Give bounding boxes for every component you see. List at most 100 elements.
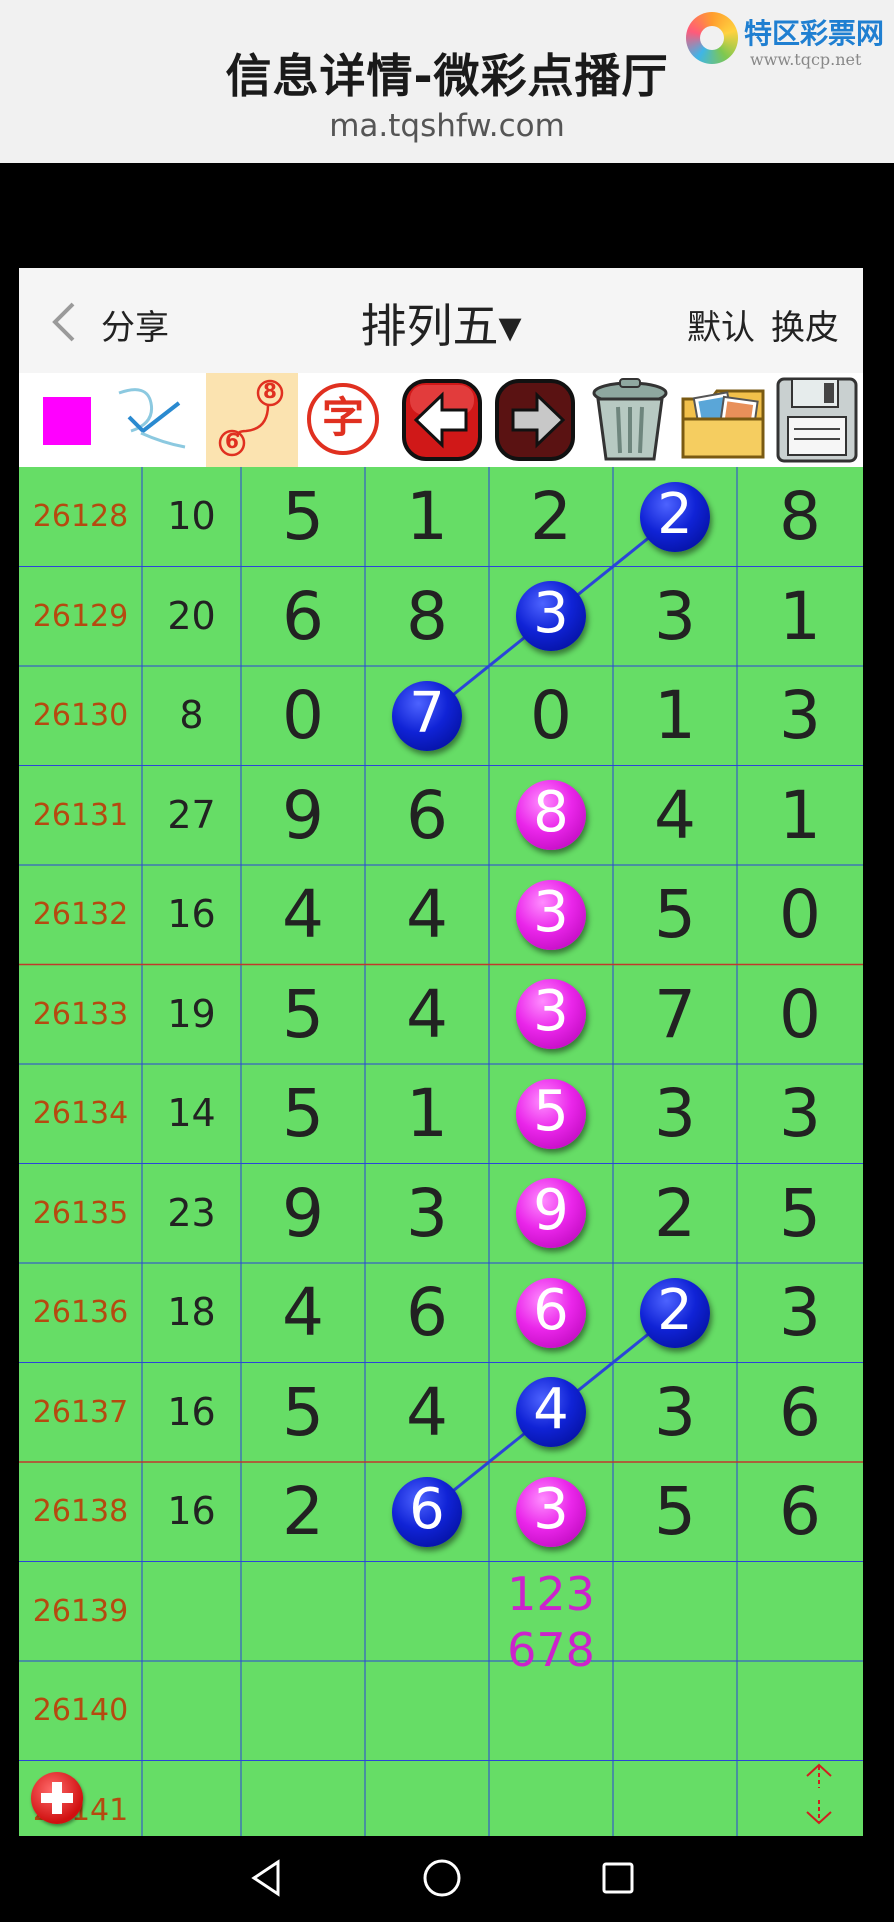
result-digit: 1 xyxy=(406,478,448,555)
result-digit: 9 xyxy=(282,1174,324,1252)
pink-ball-marker[interactable]: 3 xyxy=(516,1476,586,1547)
result-digit xyxy=(489,1661,613,1761)
watermark-name: 特区彩票网 xyxy=(744,17,885,50)
pen-tool-icon[interactable] xyxy=(107,373,199,467)
digit-sum: 16 xyxy=(167,1389,216,1434)
result-digit: 4 xyxy=(654,776,696,854)
result-digit xyxy=(613,1562,737,1662)
issue-number: 26129 xyxy=(32,598,129,634)
result-digit: 0 xyxy=(282,677,324,754)
watermark: 特区彩票网 www.tqcp.net xyxy=(686,8,886,69)
result-digit: 8 xyxy=(406,577,448,655)
digit-sum xyxy=(142,1761,241,1837)
pink-ball-marker[interactable]: 9 xyxy=(516,1178,586,1249)
browser-title-bar: 信息详情-微彩点播厅 ma.tqshfw.com 特区彩票网 www.tqcp.… xyxy=(0,0,894,163)
digit-sum xyxy=(142,1562,241,1662)
digit-sum: 23 xyxy=(167,1190,216,1235)
blue-ball-marker[interactable]: 7 xyxy=(392,680,462,751)
result-digit: 7 xyxy=(654,975,696,1053)
watermark-url: www.tqcp.net xyxy=(750,50,862,69)
pink-ball-marker[interactable]: 6 xyxy=(516,1277,586,1348)
result-digit: 1 xyxy=(779,776,821,854)
digit-sum: 18 xyxy=(167,1290,216,1334)
add-plus-icon[interactable] xyxy=(31,1772,83,1824)
page-url: ma.tqshfw.com xyxy=(329,108,565,144)
result-digit xyxy=(365,1562,489,1662)
result-digit xyxy=(241,1761,365,1837)
color-swatch-icon[interactable] xyxy=(19,373,111,467)
result-digit xyxy=(365,1661,489,1761)
default-button[interactable]: 默认 xyxy=(687,300,755,349)
result-digit: 3 xyxy=(779,1075,821,1152)
result-digit xyxy=(241,1562,365,1662)
result-digit: 6 xyxy=(779,1473,821,1550)
drawing-toolbar: 86字 xyxy=(19,373,863,467)
result-digit xyxy=(489,1761,613,1837)
digit-sum: 10 xyxy=(167,494,216,538)
result-digit xyxy=(737,1562,863,1662)
result-digit: 5 xyxy=(282,478,324,555)
android-nav-bar xyxy=(0,1836,894,1922)
result-digit: 2 xyxy=(530,478,572,555)
pink-ball-marker[interactable]: 8 xyxy=(516,780,586,851)
issue-number: 26136 xyxy=(32,1295,129,1330)
result-digit: 4 xyxy=(282,1274,324,1351)
issue-number: 26134 xyxy=(32,1096,129,1131)
result-digit: 6 xyxy=(282,577,324,655)
result-digit: 6 xyxy=(779,1373,821,1451)
result-digit: 5 xyxy=(779,1174,821,1252)
app-header: 分享 排列五▾ 默认 换皮 xyxy=(19,268,863,373)
digit-sum: 16 xyxy=(167,892,216,936)
expand-arrows-icon[interactable] xyxy=(801,1762,837,1826)
blue-ball-marker[interactable]: 4 xyxy=(516,1377,586,1448)
connect-numbers-icon[interactable]: 86 xyxy=(206,373,298,467)
pink-ball-marker[interactable]: 3 xyxy=(516,979,586,1050)
digit-sum: 14 xyxy=(167,1091,216,1135)
save-disk-icon[interactable] xyxy=(770,373,862,467)
issue-number: 26128 xyxy=(32,499,129,534)
result-digit xyxy=(737,1661,863,1761)
result-digit: 3 xyxy=(779,1274,821,1351)
home-circle-icon[interactable] xyxy=(420,1856,464,1900)
connect-top-digit: 8 xyxy=(263,379,277,403)
result-digit: 4 xyxy=(406,975,448,1053)
back-triangle-icon[interactable] xyxy=(246,1858,286,1898)
result-digit: 3 xyxy=(779,677,821,754)
recents-square-icon[interactable] xyxy=(598,1858,638,1898)
redo-arrow-icon[interactable] xyxy=(491,373,583,467)
blue-ball-marker[interactable]: 2 xyxy=(640,481,710,552)
issue-number: 26133 xyxy=(32,996,129,1032)
result-digit: 5 xyxy=(654,876,696,953)
result-digit: 6 xyxy=(406,776,448,854)
result-digit: 1 xyxy=(406,1075,448,1152)
issue-number: 26140 xyxy=(32,1693,129,1728)
result-digit: 5 xyxy=(282,1373,324,1451)
blue-ball-marker[interactable]: 6 xyxy=(392,1476,462,1547)
result-digit: 1 xyxy=(779,577,821,655)
digit-sum: 19 xyxy=(167,991,216,1036)
digit-sum: 8 xyxy=(179,693,204,737)
issue-number: 26135 xyxy=(32,1195,129,1231)
result-digit: 4 xyxy=(406,1373,448,1451)
result-digit: 0 xyxy=(779,876,821,953)
blue-ball-marker[interactable]: 2 xyxy=(640,1277,710,1348)
digit-sum: 27 xyxy=(167,792,216,837)
photos-folder-icon[interactable] xyxy=(677,373,769,467)
issue-number: 26138 xyxy=(32,1494,129,1529)
trash-bin-icon[interactable] xyxy=(584,373,676,467)
result-digit: 4 xyxy=(406,876,448,953)
result-digit: 9 xyxy=(282,776,324,854)
lottery-chart-app: 分享 排列五▾ 默认 换皮 86字 26128 10 5 1 2 2 8 26129 20 6 8 3… xyxy=(19,268,863,1836)
result-digit xyxy=(241,1661,365,1761)
text-char-icon[interactable]: 字 xyxy=(299,373,391,467)
result-digit: 6 xyxy=(406,1274,448,1351)
pink-ball-marker[interactable]: 3 xyxy=(516,879,586,950)
undo-arrow-icon[interactable] xyxy=(398,373,490,467)
digit-sum xyxy=(142,1661,241,1761)
blue-ball-marker[interactable]: 3 xyxy=(516,581,586,652)
result-digit: 5 xyxy=(282,1075,324,1152)
change-skin-button[interactable]: 换皮 xyxy=(771,300,839,349)
pink-ball-marker[interactable]: 5 xyxy=(516,1078,586,1149)
result-digit: 2 xyxy=(282,1473,324,1550)
issue-number: 26137 xyxy=(32,1394,129,1430)
